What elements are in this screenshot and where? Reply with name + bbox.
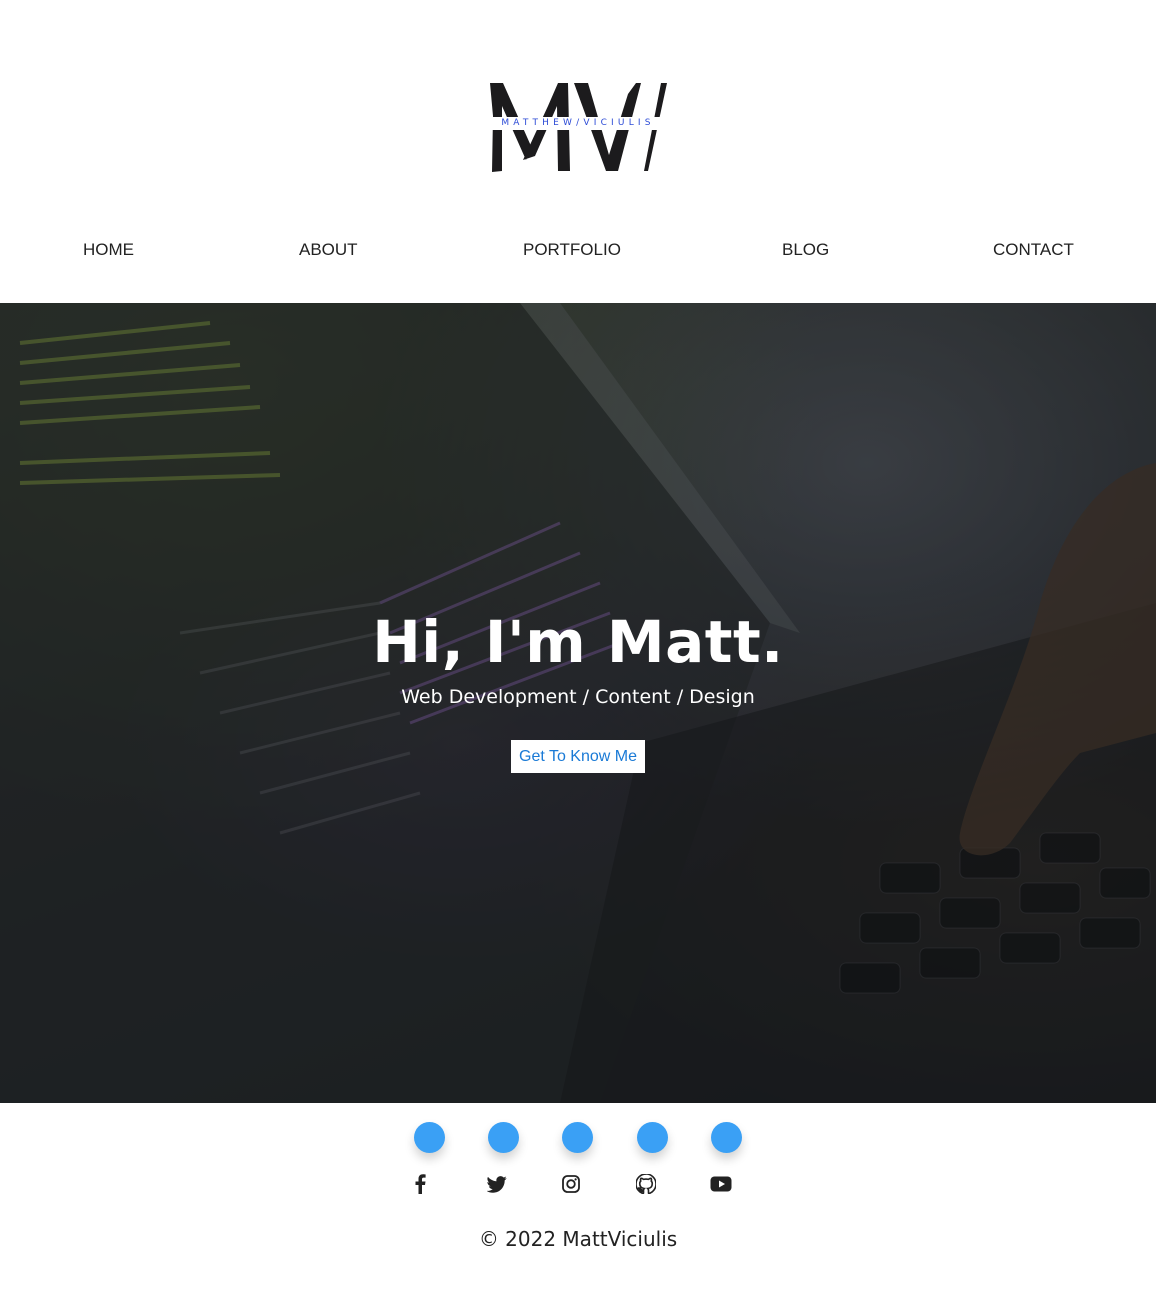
github-link[interactable]: [634, 1172, 658, 1196]
instagram-link[interactable]: [559, 1172, 583, 1196]
nav-blog-link[interactable]: BLOG: [782, 240, 829, 260]
site-logo[interactable]: MATTHEW/VICIULIS: [478, 76, 678, 180]
facebook-icon: [415, 1174, 426, 1194]
decorative-dot: [637, 1122, 668, 1153]
logo-wordmark: MATTHEW/VICIULIS: [501, 118, 655, 128]
youtube-icon: [710, 1176, 732, 1192]
nav-home-link[interactable]: HOME: [83, 240, 134, 260]
decorative-dot: [711, 1122, 742, 1153]
nav-about-link[interactable]: ABOUT: [299, 240, 358, 260]
hero-subtitle: Web Development / Content / Design: [401, 686, 755, 708]
decorative-dot: [562, 1122, 593, 1153]
main-navigation: HOME ABOUT PORTFOLIO BLOG CONTACT: [0, 240, 1156, 264]
hero-title: Hi, I'm Matt.: [372, 608, 784, 676]
twitter-icon: [487, 1175, 507, 1193]
twitter-link[interactable]: [485, 1172, 509, 1196]
instagram-icon: [562, 1175, 580, 1193]
nav-contact-link[interactable]: CONTACT: [993, 240, 1074, 260]
decorative-dot: [414, 1122, 445, 1153]
youtube-link[interactable]: [709, 1172, 733, 1196]
monogram-logo-icon: [488, 83, 668, 172]
get-to-know-me-button[interactable]: Get To Know Me: [511, 740, 645, 773]
nav-portfolio-link[interactable]: PORTFOLIO: [523, 240, 621, 260]
decorative-dot: [488, 1122, 519, 1153]
hero-section: Hi, I'm Matt. Web Development / Content …: [0, 303, 1156, 1103]
facebook-link[interactable]: [408, 1172, 432, 1196]
github-icon: [636, 1174, 656, 1194]
copyright-text: © 2022 MattViciulis: [478, 1227, 678, 1251]
